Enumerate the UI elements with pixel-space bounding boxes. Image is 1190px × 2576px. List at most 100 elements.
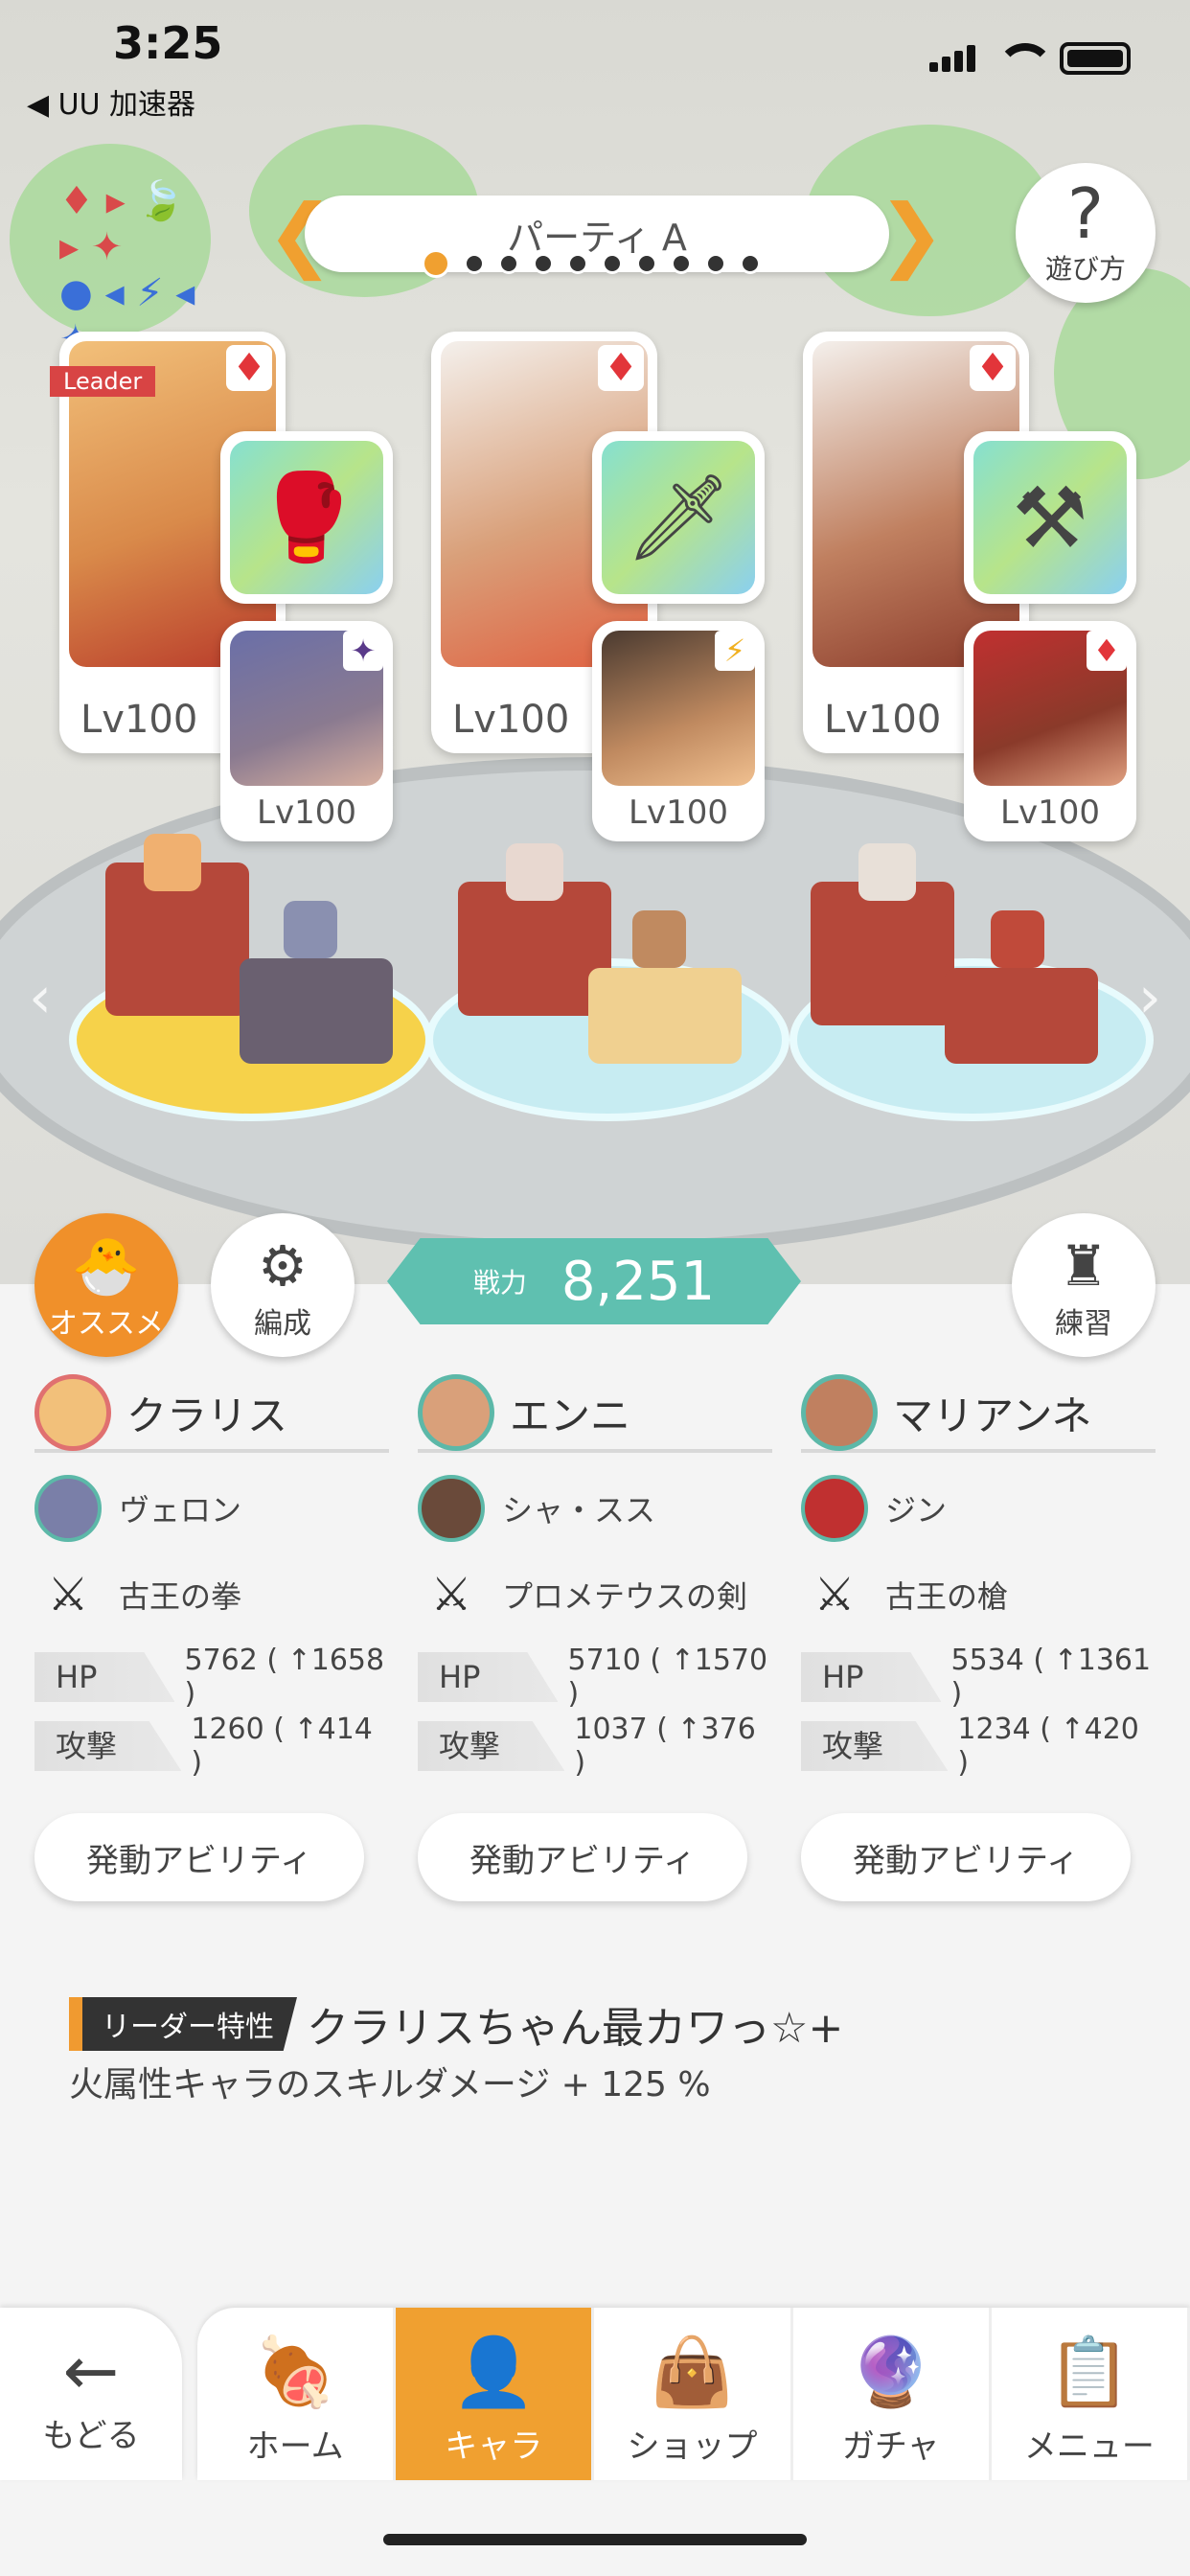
pixel-character[interactable] [858,843,916,901]
tab-chara[interactable]: 👤 キャラ [396,2308,595,2480]
power-label: 戦力 [472,1267,527,1299]
weapon-card[interactable]: 🗡 [592,431,765,604]
pixel-character[interactable] [284,901,337,958]
formation-label: 編成 [254,1307,311,1341]
hp-value: 5710 ( ↑1570 ) [567,1644,768,1711]
pixel-block [588,968,742,1064]
avatar [801,1374,878,1451]
fire-element-icon: ♦ [1087,631,1127,671]
pixel-character[interactable] [632,910,686,968]
hp-label: HP [801,1652,942,1702]
attack-value: 1234 ( ↑420 ) [957,1713,1139,1780]
weapon-icon: ⚔ [430,1568,472,1622]
attack-stat: 攻撃 1037 ( ↑376 ) [418,1713,772,1780]
attack-stat: 攻撃 1260 ( ↑414 ) [34,1713,389,1780]
gacha-orb-icon: 🔮 [849,2333,933,2411]
power-value: 8,251 [561,1250,716,1313]
tab-label: ガチャ [841,2427,940,2466]
avatar [418,1475,485,1542]
power-display: 戦力 8,251 [387,1238,801,1324]
weapon-name: 古王の槍 [885,1578,1009,1615]
formation-button[interactable]: ⚙ 編成 [211,1213,355,1357]
wifi-icon [996,43,1054,74]
home-indicator [383,2534,807,2545]
main-character-name: エンニ [510,1392,631,1439]
tab-menu[interactable]: 📋 メニュー [992,2308,1190,2480]
fire-element-icon: ♦ [970,345,1016,391]
hp-stat: HP 5534 ( ↑1361 ) [801,1644,1156,1711]
sub-character-name: ヴェロン [119,1492,242,1529]
main-character-row[interactable]: エンニ [418,1374,772,1453]
back-label: もどる [42,2416,140,2455]
attack-stat: 攻撃 1234 ( ↑420 ) [801,1713,1156,1780]
leader-skill-description: 火属性キャラのスキルダメージ + 125 % [69,2065,711,2104]
scene-left-arrow-icon[interactable]: ‹ [29,964,52,1031]
status-back-app[interactable]: ◀ UU 加速器 [27,80,195,123]
gauntlet-icon: 🥊 [230,441,383,594]
leader-skill-name: クラリスちゃん最カワっ☆+ [307,2004,844,2053]
sub-character-name: ジン [885,1492,948,1529]
tab-gacha[interactable]: 🔮 ガチャ [793,2308,992,2480]
sub-character-card[interactable]: ⚡ Lv100 [592,621,765,841]
hp-value: 5534 ( ↑1361 ) [950,1644,1152,1711]
slot-info-column: マリアンネ ジン ⚔ 古王の槍 HP 5534 ( ↑1361 ) 攻撃 123… [801,1374,1156,1901]
leader-badge: Leader [50,366,156,397]
slot-info-column: エンニ シャ・スス ⚔ プロメテウスの剣 HP 5710 ( ↑1570 ) 攻… [418,1374,772,1901]
hp-value: 5762 ( ↑1658 ) [184,1644,385,1711]
pixel-character[interactable] [991,910,1044,968]
sub-character-row[interactable]: シャ・スス [418,1470,772,1547]
party-page-dots[interactable] [422,249,761,278]
element-row-1: ♦ ▸ 🍃 ▸ ✦ [59,179,186,269]
help-label: 遊び方 [1044,253,1126,285]
avatar [34,1374,111,1451]
help-button[interactable]: ? 遊び方 [1016,163,1156,303]
practice-label: 練習 [1055,1307,1112,1341]
pixel-character[interactable] [144,834,201,891]
sub-character-row[interactable]: ヴェロン [34,1470,389,1547]
home-icon: 🍖 [253,2333,337,2411]
weapon-card[interactable]: 🥊 [220,431,393,604]
ability-button[interactable]: 発動アビリティ [801,1813,1131,1901]
main-character-row[interactable]: クラリス [34,1374,389,1453]
attack-label: 攻撃 [801,1721,949,1771]
weapon-row[interactable]: ⚔ 古王の槍 [801,1556,1156,1633]
element-chart[interactable]: ♦ ▸ 🍃 ▸ ✦ ● ◂ ⚡ ◂ ✦ [59,178,213,361]
tab-label: ホーム [246,2427,344,2466]
status-time: 3:25 [113,17,223,69]
weapon-card[interactable]: ⚒ [964,431,1136,604]
hp-label: HP [34,1652,175,1702]
weapon-row[interactable]: ⚔ 古王の拳 [34,1556,389,1633]
ability-button[interactable]: 発動アビリティ [34,1813,364,1901]
party-scene: 3:25 ◀ UU 加速器 ♦ ▸ 🍃 ▸ ✦ ● ◂ ⚡ ◂ ✦ ❮ パーティ… [0,0,1190,1284]
back-button[interactable]: ← もどる [0,2308,182,2480]
slot-info-column: クラリス ヴェロン ⚔ 古王の拳 HP 5762 ( ↑1658 ) 攻撃 12… [34,1374,389,1901]
weapon-icon: ⚔ [813,1568,856,1622]
pixel-block [811,882,954,1025]
ability-button[interactable]: 発動アビリティ [418,1813,747,1901]
next-party-arrow-icon[interactable]: ❯ [878,188,945,280]
sub-character-card[interactable]: ♦ Lv100 [964,621,1136,841]
sub-character-name: シャ・スス [502,1492,656,1529]
sub-character-row[interactable]: ジン [801,1470,1156,1547]
question-icon: ? [1066,173,1105,254]
recommend-button[interactable]: 🐣 オススメ [34,1213,178,1357]
practice-button[interactable]: ♜ 練習 [1012,1213,1156,1357]
cellular-signal-icon [929,45,975,72]
leader-skill-tag: リーダー特性 [69,1997,297,2051]
pixel-character[interactable] [506,843,563,901]
scene-right-arrow-icon[interactable]: › [1138,964,1161,1031]
fire-element-icon: ♦ [226,345,272,391]
weapon-name: プロメテウスの剣 [502,1578,748,1615]
main-character-row[interactable]: マリアンネ [801,1374,1156,1453]
tab-home[interactable]: 🍖 ホーム [197,2308,397,2480]
sub-character-card[interactable]: ✦ Lv100 [220,621,393,841]
shop-bag-icon: 👜 [650,2333,735,2411]
practice-icon: ♜ [1059,1233,1109,1299]
main-character-name: クラリス [126,1392,288,1439]
tab-label: メニュー [1023,2427,1155,2466]
avatar [801,1475,868,1542]
weapon-row[interactable]: ⚔ プロメテウスの剣 [418,1556,772,1633]
leader-skill: リーダー特性 クラリスちゃん最カワっ☆+ [69,1993,843,2055]
tab-shop[interactable]: 👜 ショップ [594,2308,793,2480]
recommend-label: オススメ [49,1307,164,1341]
